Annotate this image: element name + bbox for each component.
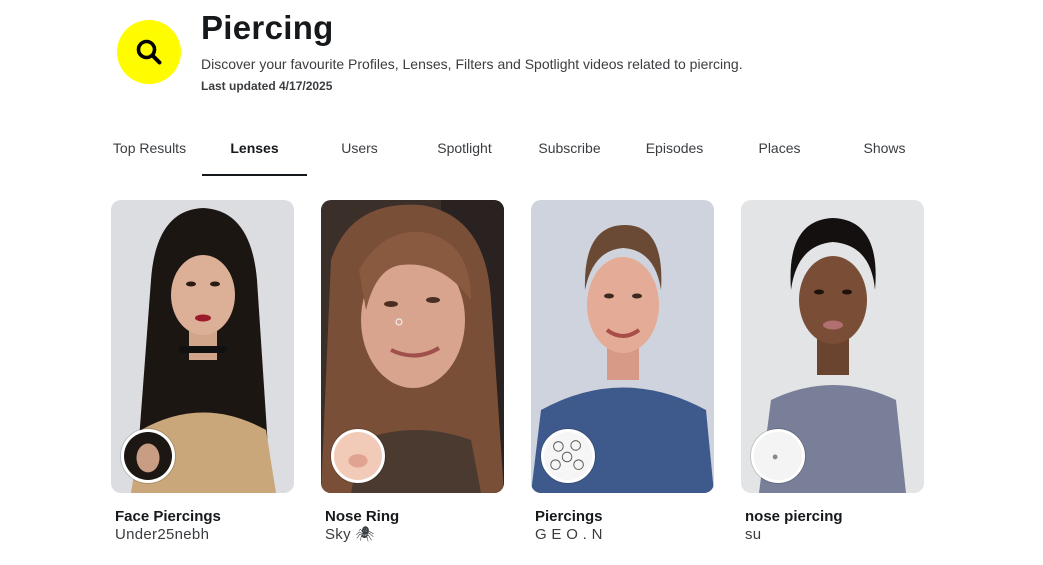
lens-creator[interactable]: Under25nebh xyxy=(111,526,294,544)
creator-avatar xyxy=(541,429,595,483)
lens-card[interactable]: Piercings G E O . N xyxy=(531,200,714,544)
tab-lenses[interactable]: Lenses xyxy=(202,128,307,176)
lens-thumbnail[interactable] xyxy=(741,200,924,493)
tab-places[interactable]: Places xyxy=(727,128,832,176)
tab-bar: Top Results Lenses Users Spotlight Subsc… xyxy=(97,128,937,176)
lens-title[interactable]: Nose Ring xyxy=(321,508,504,526)
lens-thumbnail[interactable] xyxy=(321,200,504,493)
tab-users[interactable]: Users xyxy=(307,128,412,176)
lens-title[interactable]: Face Piercings xyxy=(111,508,294,526)
search-icon-badge xyxy=(117,20,181,84)
lens-card[interactable]: nose piercing su xyxy=(741,200,924,544)
last-updated: Last updated 4/17/2025 xyxy=(201,79,333,93)
page-description: Discover your favourite Profiles, Lenses… xyxy=(201,56,743,72)
lens-card[interactable]: Nose Ring Sky 🕷 xyxy=(321,200,504,544)
lens-title[interactable]: Piercings xyxy=(531,508,714,526)
creator-avatar xyxy=(121,429,175,483)
tab-spotlight[interactable]: Spotlight xyxy=(412,128,517,176)
tab-shows[interactable]: Shows xyxy=(832,128,937,176)
tab-subscribe[interactable]: Subscribe xyxy=(517,128,622,176)
creator-avatar xyxy=(751,429,805,483)
lens-creator[interactable]: G E O . N xyxy=(531,526,714,544)
lens-thumbnail[interactable] xyxy=(531,200,714,493)
page-title: Piercing xyxy=(201,9,334,46)
lens-title[interactable]: nose piercing xyxy=(741,508,924,526)
search-icon xyxy=(136,39,162,65)
lens-creator[interactable]: Sky 🕷 xyxy=(321,526,504,544)
lens-creator[interactable]: su xyxy=(741,526,924,544)
creator-avatar xyxy=(331,429,385,483)
tab-episodes[interactable]: Episodes xyxy=(622,128,727,176)
lens-card[interactable]: Face Piercings Under25nebh xyxy=(111,200,294,544)
tab-top-results[interactable]: Top Results xyxy=(97,128,202,176)
lens-thumbnail[interactable] xyxy=(111,200,294,493)
